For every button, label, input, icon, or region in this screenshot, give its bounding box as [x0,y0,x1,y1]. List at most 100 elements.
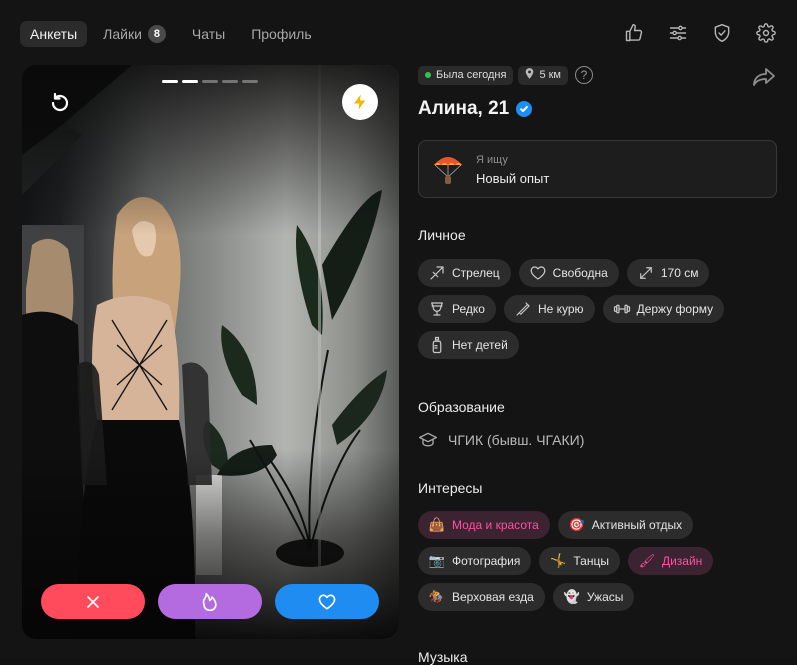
personal-chip: Не курю [503,295,595,323]
dumbbell-icon [613,304,630,314]
tab-chats-label: Чаты [191,26,226,42]
baby-bottle-icon [432,336,442,354]
like-button[interactable] [275,584,379,619]
interest-emoji-icon: 🎯 [568,517,585,532]
interest-chip: 📷 Фотография [418,547,532,575]
tab-chats[interactable]: Чаты [182,21,235,47]
name-row: Алина, 21 [418,98,778,120]
personal-chip-label: Не курю [537,302,584,316]
top-bar: Анкеты Лайки 8 Чаты Профиль [0,0,797,66]
tab-profiles[interactable]: Анкеты [20,21,88,47]
location-pin-icon [525,68,534,82]
profile-info: Была сегодня 5 км ? Алина, 21 Я ищу Новы… [418,65,778,665]
dislike-button[interactable] [41,584,145,619]
help-icon[interactable]: ? [575,66,593,84]
photo-progress-segment [202,80,218,83]
likes-count-badge: 8 [147,25,166,43]
photo-progress [162,80,258,83]
online-status-badge: Была сегодня [418,65,514,85]
personal-chip: Стрелец [418,259,511,287]
heart-outline-icon [530,266,546,280]
tab-profile-label: Профиль [251,26,312,42]
interest-chip: 🖌 Дизайн [627,547,714,575]
online-dot-icon [425,72,431,78]
education-row: ЧГИК (бывш. ЧГАКИ) [418,430,778,450]
interest-emoji-icon: 👻 [563,589,580,604]
music-title: Музыка [418,649,468,665]
online-status-text: Была сегодня [436,69,507,81]
personal-chip-label: Редко [452,302,485,316]
status-row: Была сегодня 5 км ? [418,65,778,85]
verified-check-icon [516,101,533,117]
photo-progress-segment [242,80,258,83]
superlike-button[interactable] [158,584,262,619]
personal-chip-label: 170 см [660,266,699,280]
share-icon[interactable] [752,67,776,87]
interest-chip: 🏇 Верховая езда [418,583,545,611]
seeking-card: Я ищу Новый опыт [418,140,777,198]
interest-chip: 👜 Мода и красота [418,511,550,539]
personal-chip-label: Свободна [552,266,608,280]
sagittarius-icon [430,266,444,280]
settings-icon[interactable] [755,22,777,44]
tab-likes[interactable]: Лайки 8 [93,21,176,47]
interest-chip: 🤸 Танцы [539,547,620,575]
boost-lightning-button[interactable] [342,84,378,120]
interest-emoji-icon: 👜 [428,517,446,532]
main-tabs: Анкеты Лайки 8 Чаты Профиль [20,21,322,47]
height-arrows-icon [639,267,652,279]
interest-emoji-icon: 🤸 [550,553,567,568]
interest-chip-label: Ужасы [586,590,624,604]
interest-emoji-icon: 🏇 [428,589,446,604]
photo-top-gradient [22,65,399,235]
photo-progress-segment [182,80,198,83]
education-title: Образование [418,399,505,415]
interests-title: Интересы [418,480,483,496]
graduation-cap-icon [419,432,437,447]
personal-chips: Стрелец Свободна 170 см Редко Не курю Де… [418,259,778,359]
no-smoking-icon [516,302,530,316]
heart-icon [318,594,336,609]
distance-text: 5 км [539,69,561,81]
parachute-icon [434,157,462,184]
app-window: Анкеты Лайки 8 Чаты Профиль Была сегодня… [0,0,797,665]
seeking-label: Я ищу [476,154,508,166]
personal-title: Личное [418,227,466,243]
personal-chip: 170 см [626,259,710,287]
swipe-actions [41,584,379,619]
lightning-icon [354,94,366,110]
distance-badge: 5 км [518,65,568,85]
personal-chip-label: Держу форму [636,302,714,316]
personal-chip-label: Нет детей [452,338,508,352]
wine-glass-icon [431,302,443,316]
tab-profile[interactable]: Профиль [241,21,321,47]
filters-icon[interactable] [667,22,689,44]
interest-chips: 👜 Мода и красота 🎯 Активный отдых 📷 Фотографи… [418,511,778,611]
seeking-value: Новый опыт [476,171,550,186]
profile-photo[interactable] [22,65,399,639]
tab-likes-label: Лайки [103,26,142,42]
profile-name: Алина, 21 [418,98,510,119]
personal-chip-label: Стрелец [452,266,500,280]
rewind-icon[interactable] [48,91,72,115]
education-value: ЧГИК (бывш. ЧГАКИ) [448,432,585,448]
interest-chip-label: Верховая езда [452,590,534,604]
close-icon [87,595,99,608]
interest-chip-label: Дизайн [661,554,703,568]
tab-profiles-label: Анкеты [30,26,78,42]
photo-progress-segment [222,80,238,83]
interest-chip-label: Мода и красота [452,518,539,532]
interest-chip-label: Фотография [452,554,521,568]
fire-icon [202,592,217,611]
interest-emoji-icon: 🖌 [638,553,656,568]
interest-chip: 👻 Ужасы [552,583,635,611]
thumbs-up-icon[interactable] [623,22,645,44]
photo-progress-segment [162,80,178,83]
personal-chip: Свободна [518,259,619,287]
personal-chip: Держу форму [602,295,725,323]
interest-chip-label: Активный отдых [591,518,683,532]
interest-emoji-icon: 📷 [428,553,446,568]
shield-check-icon[interactable] [711,22,733,44]
top-icon-bar [623,22,777,44]
personal-chip: Нет детей [418,331,519,359]
